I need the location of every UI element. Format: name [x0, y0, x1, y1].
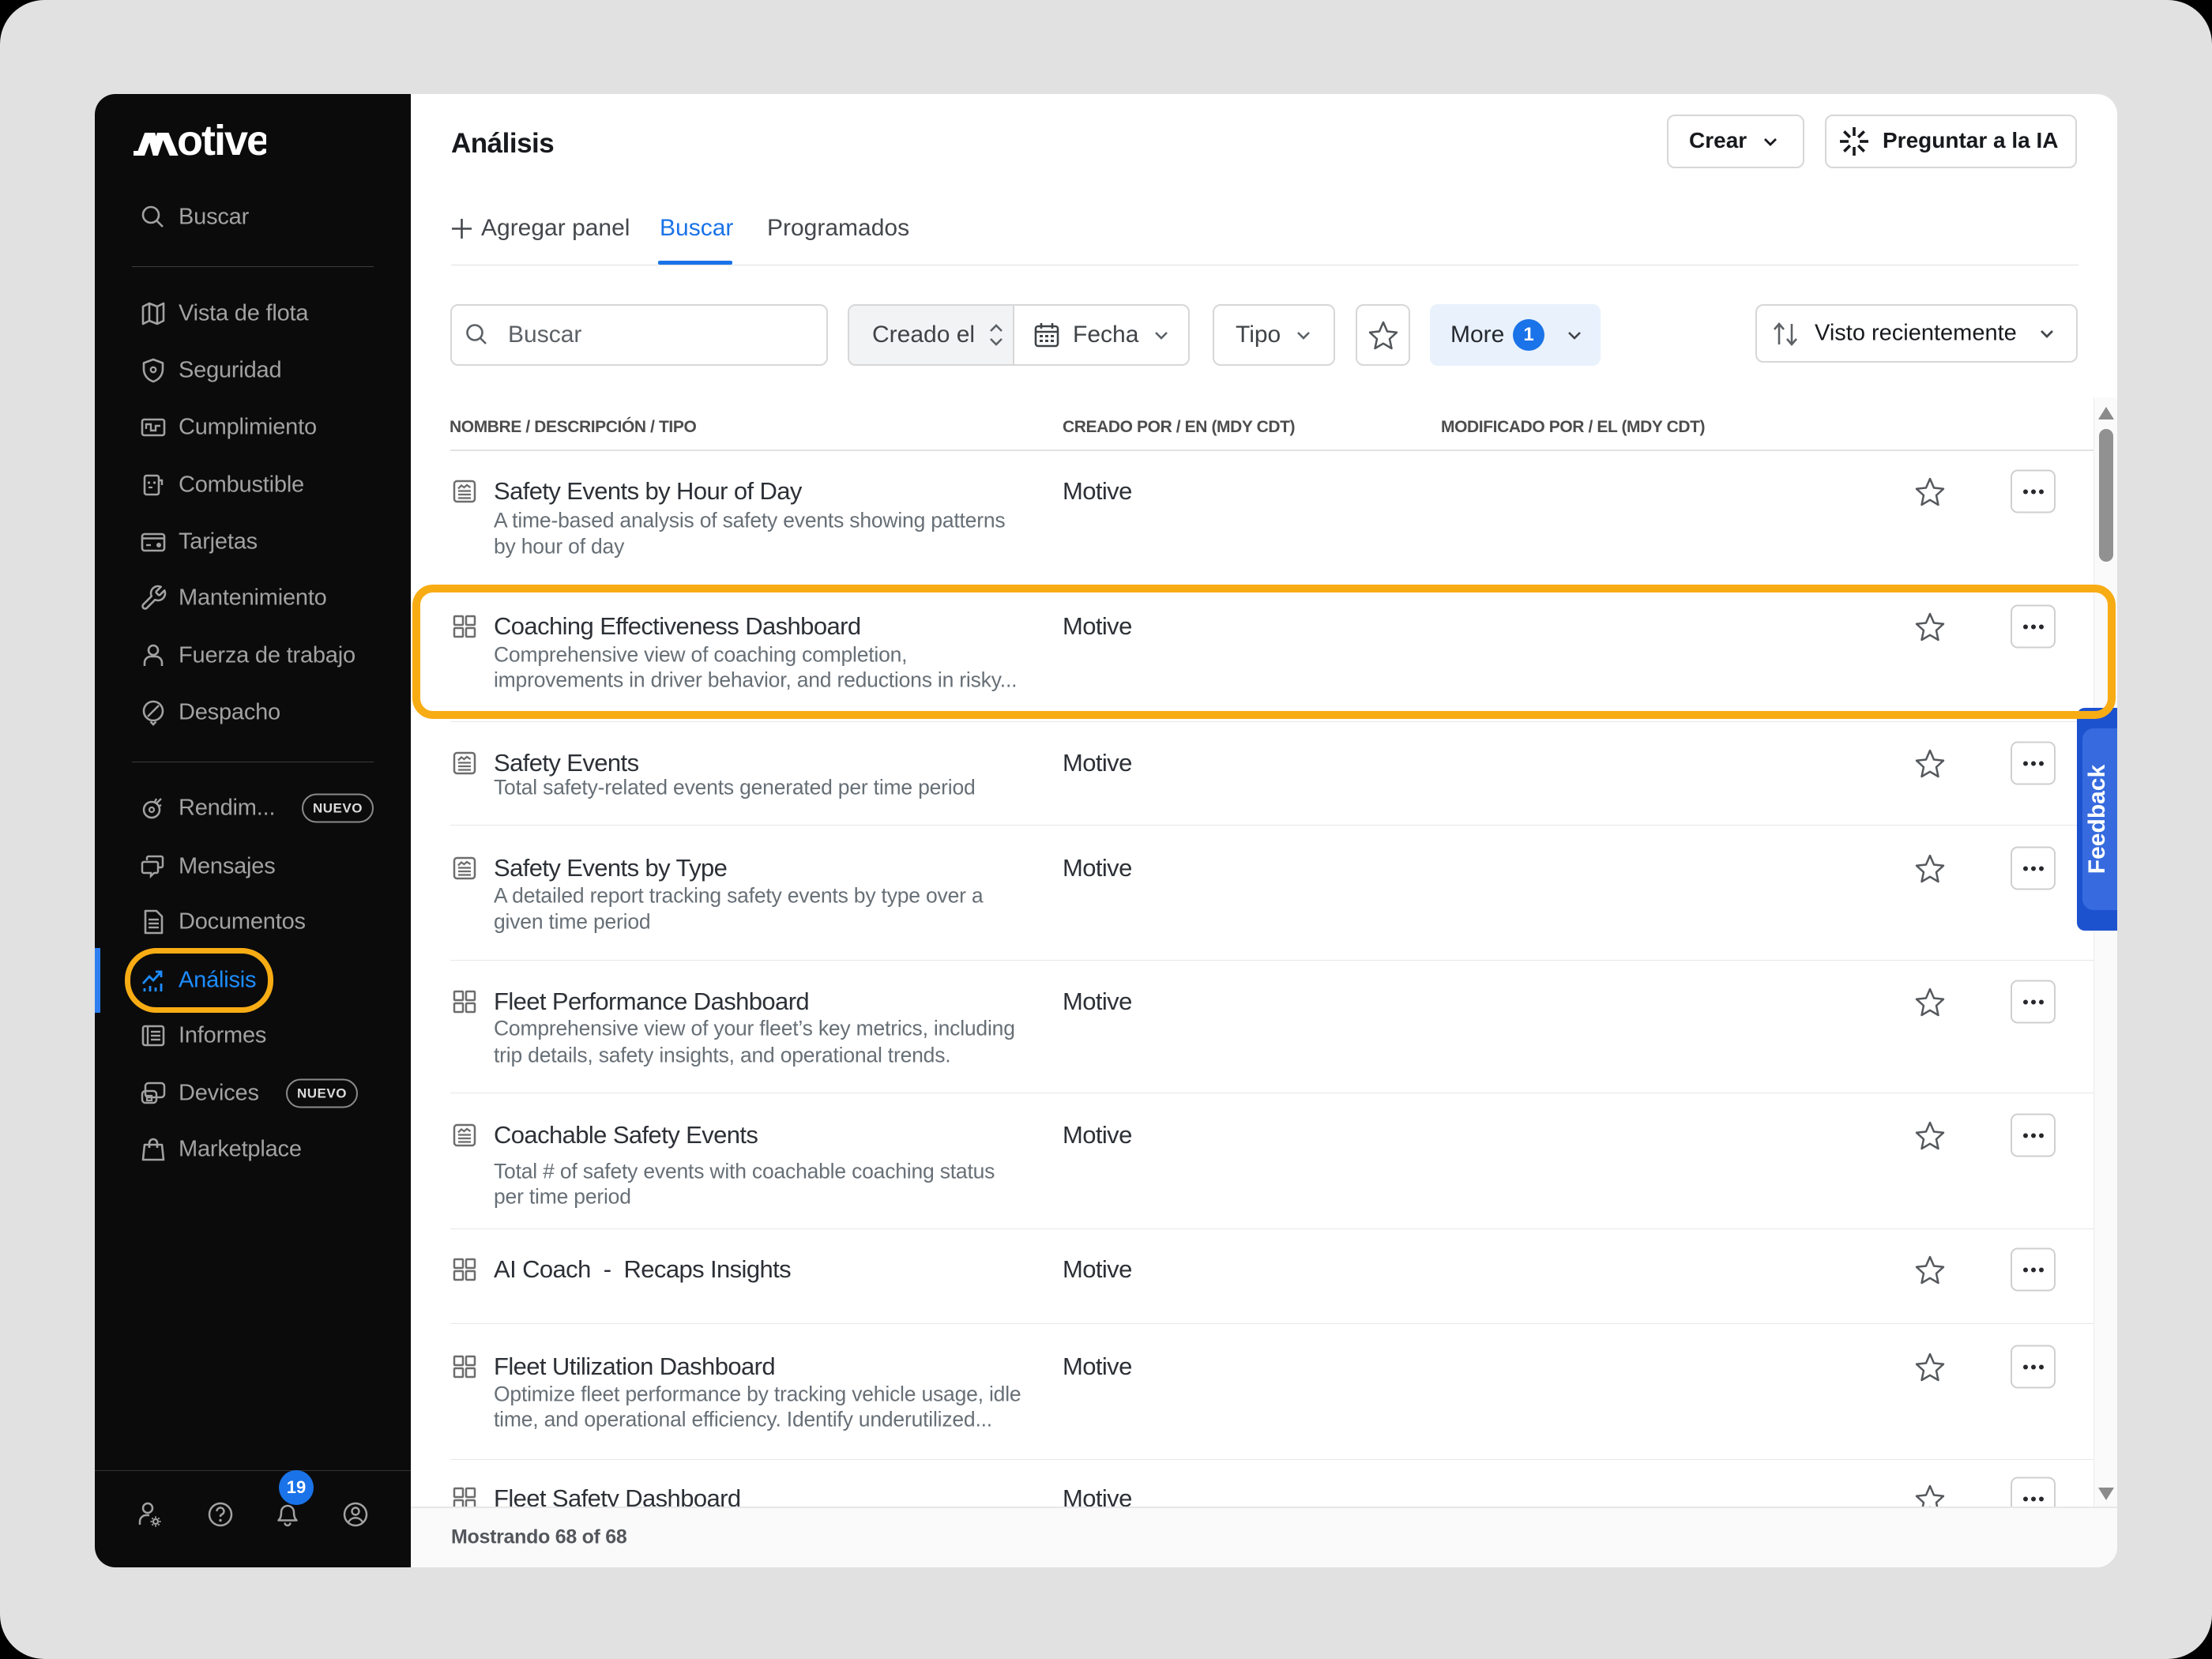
- svg-text:otive: otive: [177, 117, 266, 157]
